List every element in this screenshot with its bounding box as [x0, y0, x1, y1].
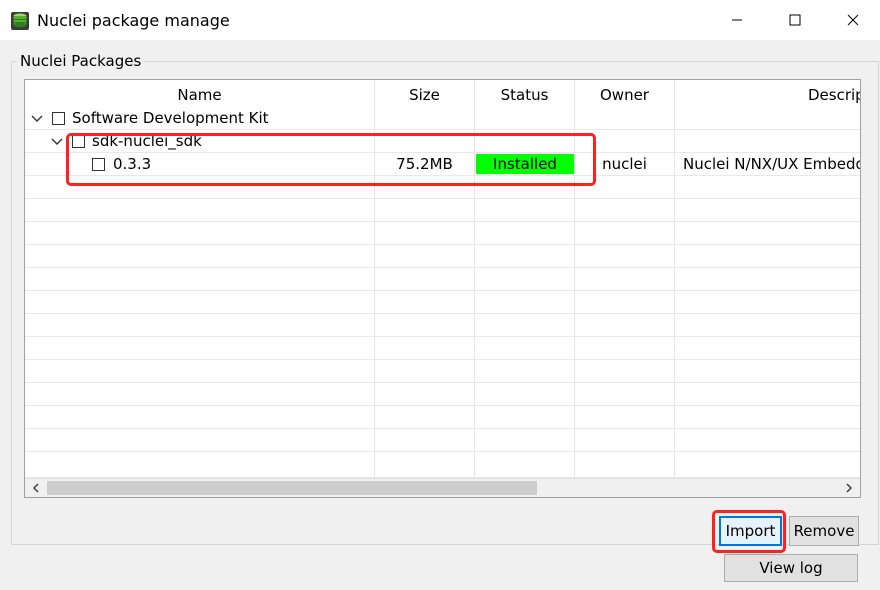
cell-name: Software Development Kit	[25, 107, 375, 130]
table-row	[25, 406, 860, 429]
cell-owner	[575, 130, 675, 153]
cell-status	[475, 107, 575, 130]
cell-owner: nuclei	[575, 153, 675, 176]
table-row	[25, 337, 860, 360]
table-row	[25, 360, 860, 383]
checkbox-icon[interactable]	[72, 135, 85, 148]
remove-button[interactable]: Remove	[789, 516, 859, 546]
cell-size	[375, 107, 475, 130]
view-log-button[interactable]: View log	[724, 554, 858, 582]
checkbox-icon[interactable]	[52, 112, 65, 125]
minimize-icon	[732, 19, 742, 21]
maximize-button[interactable]	[766, 0, 824, 40]
table-row	[25, 245, 860, 268]
status-badge: Installed	[476, 154, 574, 174]
tree-label: sdk-nuclei_sdk	[92, 132, 202, 150]
cell-owner	[575, 107, 675, 130]
maximize-icon	[789, 14, 801, 26]
close-button[interactable]	[824, 0, 880, 40]
table-row	[25, 383, 860, 406]
table-row[interactable]: 0.3.3 75.2MB Installed nuclei Nuclei N/N…	[25, 153, 860, 176]
cell-size	[375, 130, 475, 153]
table-row	[25, 314, 860, 337]
scroll-thumb[interactable]	[47, 481, 537, 495]
minimize-button[interactable]	[708, 0, 766, 40]
cell-description	[675, 130, 860, 153]
window-title: Nuclei package manage	[37, 11, 230, 30]
table-row	[25, 268, 860, 291]
table-row	[25, 291, 860, 314]
table-row	[25, 222, 860, 245]
scroll-right-icon	[846, 483, 852, 493]
table-row	[25, 452, 860, 478]
table-row	[25, 199, 860, 222]
checkbox-icon[interactable]	[92, 158, 105, 171]
scroll-right-button[interactable]	[840, 479, 858, 497]
tree-label: Software Development Kit	[72, 109, 269, 127]
cell-name: 0.3.3	[25, 153, 375, 176]
cell-status: Installed	[475, 153, 575, 176]
cell-status	[475, 130, 575, 153]
database-icon	[11, 12, 29, 30]
table-row	[25, 429, 860, 452]
table-row[interactable]: Software Development Kit	[25, 107, 860, 130]
cell-size: 75.2MB	[375, 153, 475, 176]
chevron-down-icon[interactable]	[50, 135, 64, 149]
table-row[interactable]: sdk-nuclei_sdk	[25, 130, 860, 153]
tree-label: 0.3.3	[113, 155, 152, 173]
cell-name: sdk-nuclei_sdk	[25, 130, 375, 153]
chevron-down-icon[interactable]	[30, 112, 44, 126]
horizontal-scrollbar[interactable]	[25, 478, 860, 497]
package-tree-table[interactable]: Name Size Status Owner Descrip Software …	[24, 79, 861, 498]
title-bar: Nuclei package manage	[0, 0, 880, 40]
cell-description: Nuclei N/NX/UX Embedded	[675, 153, 860, 176]
scroll-left-icon	[33, 483, 39, 493]
group-label: Nuclei Packages	[17, 52, 145, 70]
table-row	[25, 176, 860, 199]
cell-description	[675, 107, 860, 130]
scroll-left-button[interactable]	[27, 479, 45, 497]
close-icon	[847, 14, 859, 26]
import-button[interactable]: Import	[719, 516, 782, 546]
